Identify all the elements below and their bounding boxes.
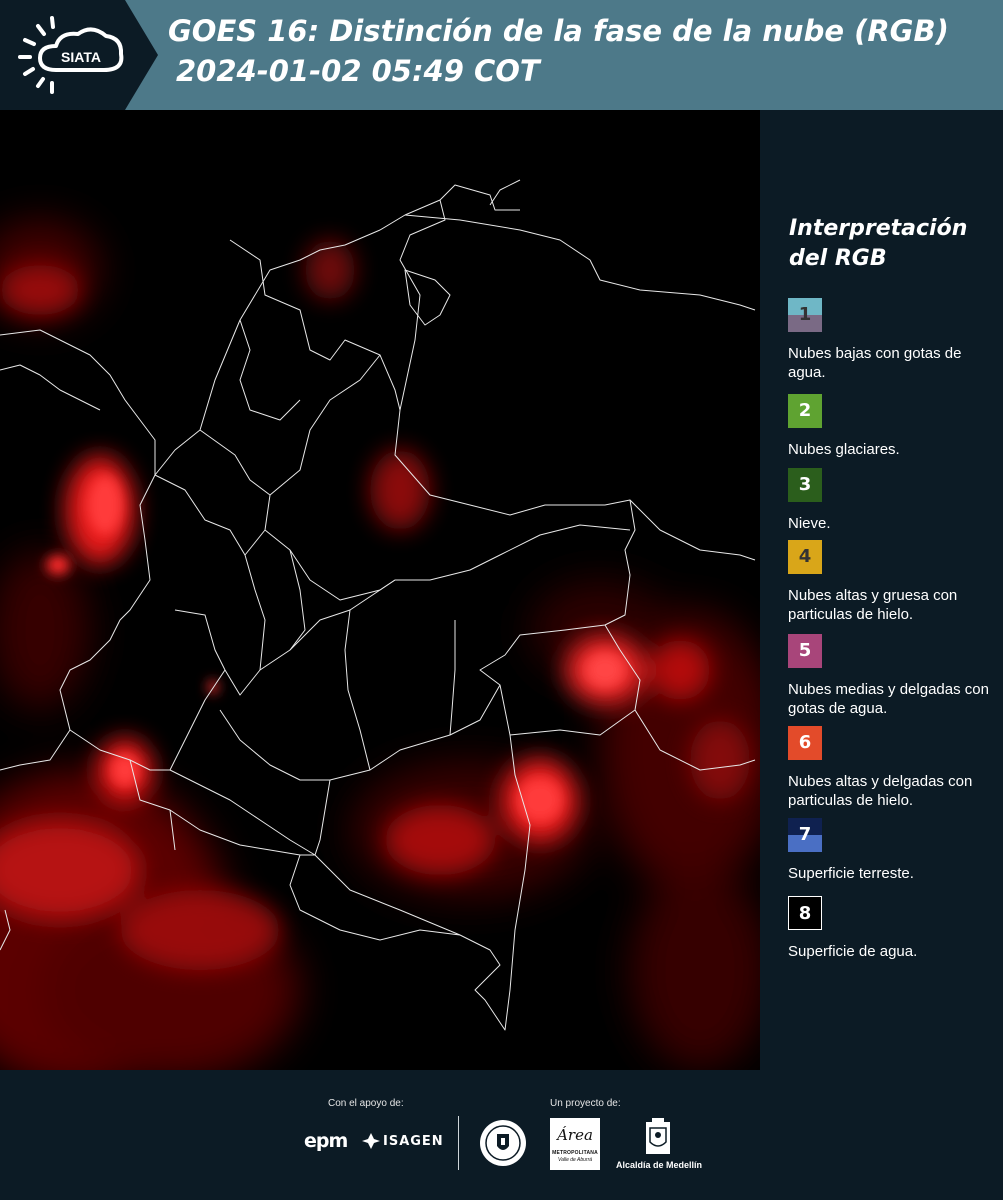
seal-logo bbox=[478, 1118, 528, 1173]
isagen-logo-text: ISAGEN bbox=[383, 1133, 444, 1149]
legend-panel: Interpretación del RGB 1 Nubes bajas con… bbox=[760, 110, 1003, 1070]
alcaldia-logo-text: Alcaldía de Medellín bbox=[615, 1160, 703, 1170]
legend-number: 7 bbox=[798, 824, 812, 845]
area-logo-line1: METROPOLITANA bbox=[552, 1150, 598, 1156]
header: SIATA GOES 16: Distinción de la fase de … bbox=[0, 0, 1003, 110]
legend-number: 2 bbox=[798, 400, 812, 421]
legend-item-1: 1 Nubes bajas con gotas de agua. bbox=[788, 298, 1003, 382]
legend-item-8: 8 Superficie de agua. bbox=[788, 896, 1003, 961]
legend-swatch-7: 7 bbox=[788, 818, 822, 852]
page-title: GOES 16: Distinción de la fase de la nub… bbox=[168, 14, 949, 48]
legend-swatch-4: 4 bbox=[788, 540, 822, 574]
support-label: Con el apoyo de: bbox=[328, 1098, 404, 1109]
epm-logo-text: epm bbox=[304, 1130, 348, 1152]
alcaldia-crest-icon bbox=[646, 1118, 670, 1154]
legend-label: Superficie terreste. bbox=[788, 865, 914, 882]
legend-number: 3 bbox=[798, 474, 812, 495]
legend-label: Nubes medias y delgadas con gotas de agu… bbox=[788, 681, 989, 717]
legend-label: Nubes altas y delgadas con particulas de… bbox=[788, 773, 973, 809]
legend-label: Nubes altas y gruesa con particulas de h… bbox=[788, 587, 958, 623]
legend-swatch-8: 8 bbox=[788, 896, 822, 930]
isagen-logo: ISAGEN bbox=[362, 1132, 444, 1150]
area-logo-line2: Valle de Aburrá bbox=[557, 1157, 593, 1163]
legend-label: Nubes glaciares. bbox=[788, 441, 900, 458]
legend-swatch-5: 5 bbox=[788, 634, 822, 668]
legend-item-6: 6 Nubes altas y delgadas con particulas … bbox=[788, 726, 1003, 810]
map-graphic bbox=[0, 110, 760, 1070]
page-timestamp: 2024-01-02 05:49 COT bbox=[176, 54, 540, 88]
legend-swatch-2: 2 bbox=[788, 394, 822, 428]
legend-swatch-6: 6 bbox=[788, 726, 822, 760]
legend-number: 1 bbox=[798, 304, 812, 325]
legend-number: 4 bbox=[798, 546, 812, 567]
alcaldia-logo: Alcaldía de Medellín bbox=[614, 1118, 704, 1172]
legend-item-5: 5 Nubes medias y delgadas con gotas de a… bbox=[788, 634, 1003, 718]
legend-title: Interpretación del RGB bbox=[789, 216, 968, 271]
legend-label: Superficie de agua. bbox=[788, 943, 918, 960]
footer: Con el apoyo de: Un proyecto de: epm ISA… bbox=[0, 1070, 1003, 1200]
siata-logo: SIATA bbox=[0, 0, 160, 110]
legend-number: 8 bbox=[798, 903, 812, 924]
legend-item-4: 4 Nubes altas y gruesa con particulas de… bbox=[788, 540, 1003, 624]
legend-item-7: 7 Superficie terreste. bbox=[788, 818, 1003, 883]
area-metropolitana-logo: Área METROPOLITANA Valle de Aburrá bbox=[550, 1118, 600, 1170]
footer-divider bbox=[458, 1116, 459, 1170]
legend-number: 5 bbox=[798, 640, 812, 661]
area-logo-text: Área bbox=[557, 1126, 593, 1144]
legend-label: Nieve. bbox=[788, 515, 831, 532]
seal-emblem-icon bbox=[480, 1120, 526, 1166]
siata-logo-text: SIATA bbox=[61, 49, 101, 65]
project-label: Un proyecto de: bbox=[550, 1098, 621, 1109]
legend-item-2: 2 Nubes glaciares. bbox=[788, 394, 1003, 459]
siata-logo-graphic: SIATA bbox=[0, 0, 158, 110]
legend-swatch-1: 1 bbox=[788, 298, 822, 332]
legend-swatch-3: 3 bbox=[788, 468, 822, 502]
legend-item-3: 3 Nieve. bbox=[788, 468, 1003, 533]
satellite-map bbox=[0, 110, 760, 1070]
legend-number: 6 bbox=[798, 732, 812, 753]
epm-logo: epm bbox=[304, 1130, 348, 1152]
isagen-mark-icon bbox=[362, 1133, 380, 1149]
legend-label: Nubes bajas con gotas de agua. bbox=[788, 345, 962, 381]
